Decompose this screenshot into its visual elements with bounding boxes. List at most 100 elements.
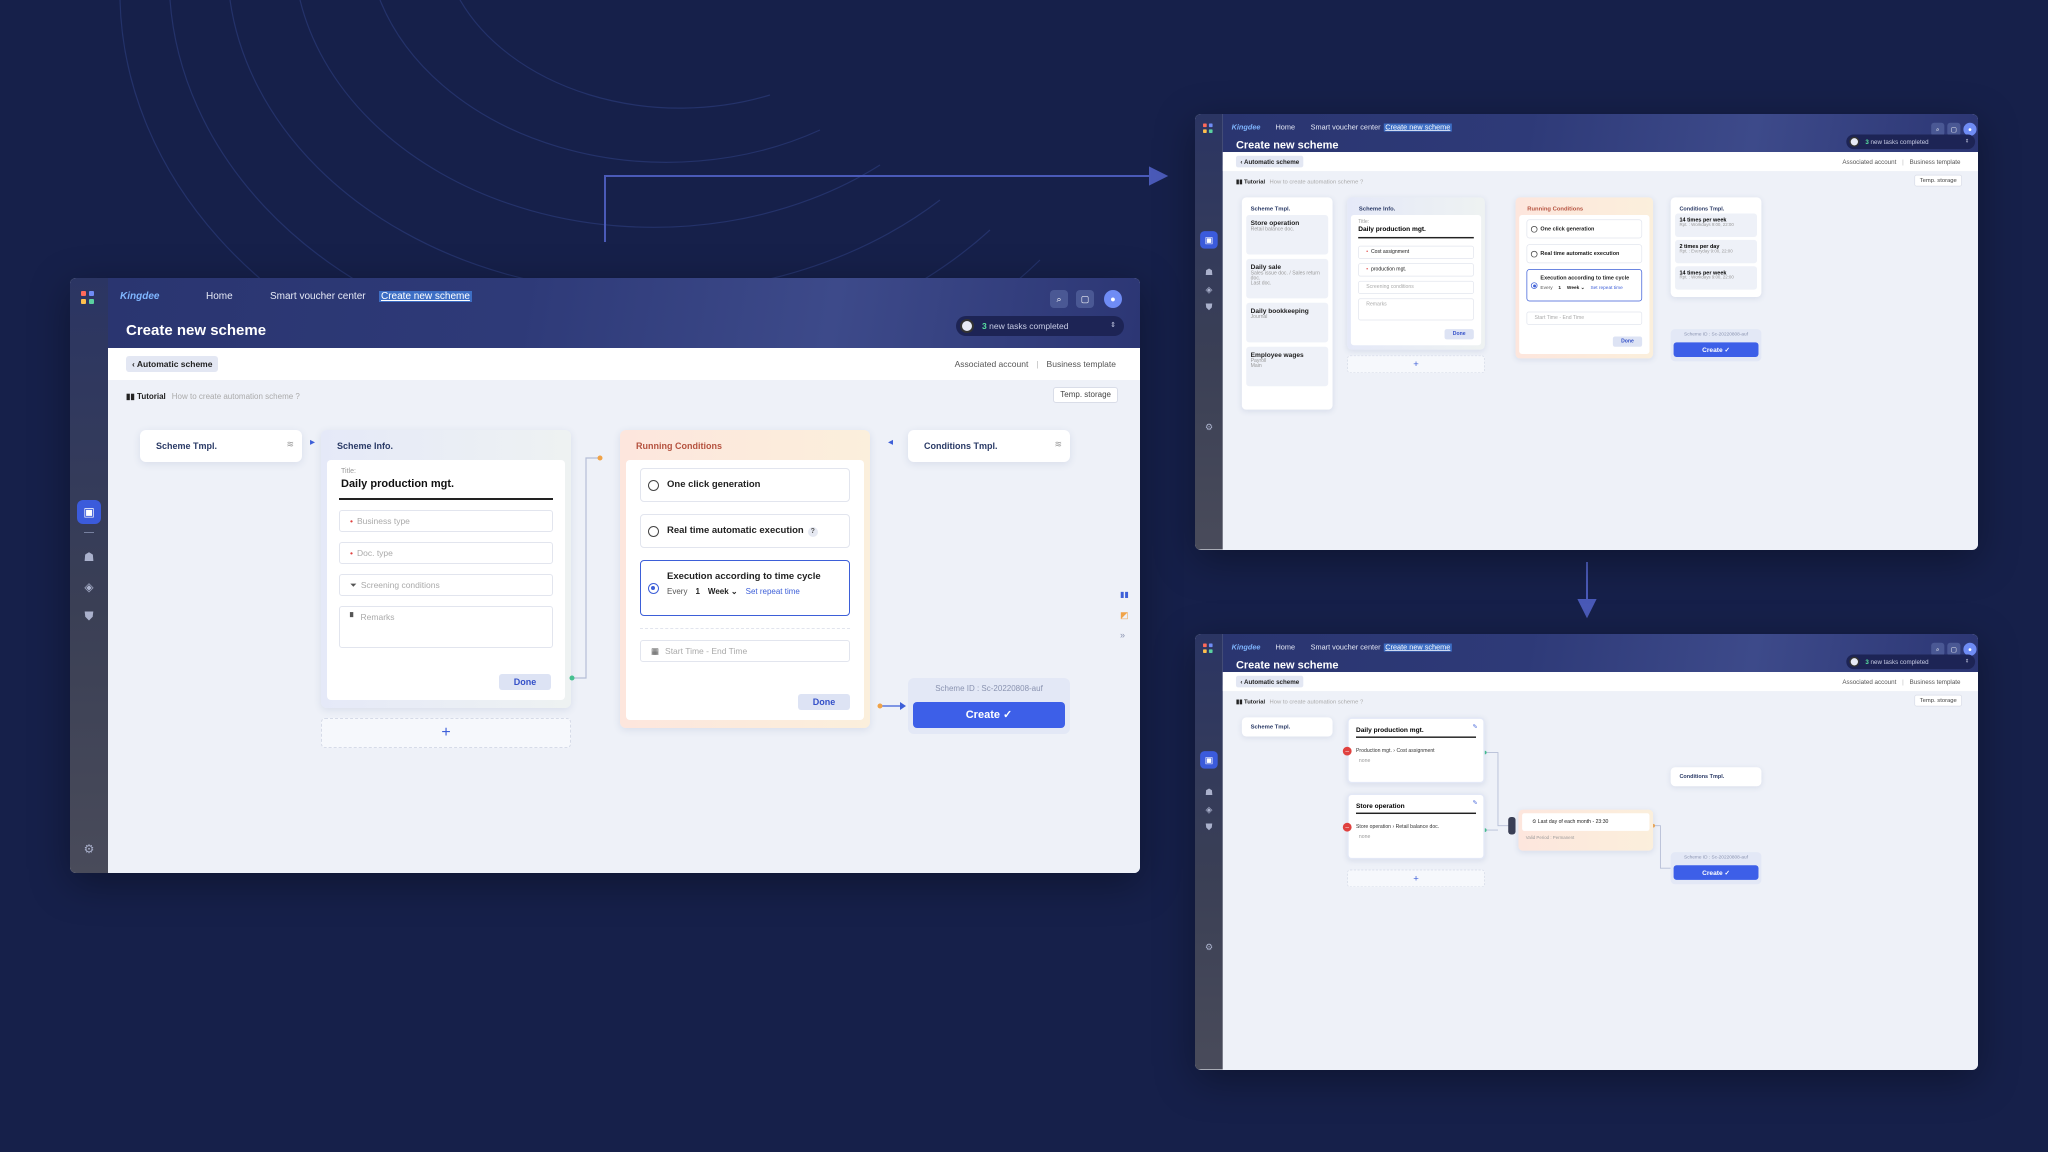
real-time-execution-option[interactable]: Real time automatic execution bbox=[1526, 244, 1643, 264]
nav-smart-voucher[interactable]: Smart voucher center bbox=[270, 291, 366, 302]
nav-home[interactable]: Home bbox=[206, 291, 233, 302]
shield-nav-icon[interactable]: ⛊ bbox=[1203, 301, 1215, 313]
edit-icon[interactable]: ✎ bbox=[1473, 723, 1478, 730]
layers-nav-icon[interactable]: ◈ bbox=[1203, 284, 1215, 296]
nav-create-new-scheme[interactable]: Create new scheme bbox=[1383, 123, 1452, 132]
tab-associated-account[interactable]: Associated account bbox=[1842, 158, 1896, 165]
cond-sub: Rpt. : Everyday 9:00, 22:00 bbox=[1679, 249, 1733, 254]
brand-logo[interactable]: Kingdee bbox=[120, 291, 159, 302]
side-chart-icon[interactable]: ◩ bbox=[1120, 610, 1129, 621]
shield-nav-icon[interactable]: ⛊ bbox=[81, 608, 97, 624]
cond-tmpl-item[interactable]: 14 times per week Rpt. : Workdays 9:00, 2… bbox=[1675, 266, 1758, 290]
scheme-nav-icon[interactable]: ▣ bbox=[1200, 751, 1218, 769]
brand-logo[interactable]: Kingdee bbox=[1232, 644, 1261, 652]
message-icon[interactable]: ▢ bbox=[1076, 290, 1094, 308]
app-grid-icon[interactable] bbox=[81, 291, 95, 305]
running-done-button[interactable]: Done bbox=[1612, 336, 1643, 347]
side-panel-icon[interactable]: ▮▮ bbox=[1120, 590, 1129, 599]
tasks-completed-badge[interactable]: 3 new tasks completed ⇕ bbox=[1846, 654, 1976, 670]
tmpl-item[interactable]: Daily bookkeeping Journal bbox=[1246, 302, 1329, 343]
tasks-count: 3 bbox=[982, 321, 987, 331]
settings-icon[interactable]: ⚙ bbox=[1203, 421, 1215, 433]
cost-assignment-field[interactable]: • Cost assignment bbox=[1358, 245, 1474, 259]
add-scheme-button[interactable]: + bbox=[1347, 869, 1485, 888]
tmpl-item[interactable]: Daily sale Sales issue doc. / Sales retu… bbox=[1246, 258, 1329, 299]
tmpl-item[interactable]: Store operation Retail balance doc. bbox=[1246, 214, 1329, 255]
time-range-field[interactable]: Start Time - End Time bbox=[1526, 311, 1643, 325]
tutorial-row[interactable]: ▮▮ Tutorial How to create automation sche… bbox=[1236, 178, 1363, 185]
cycle-unit-select[interactable]: Week ⌄ bbox=[1567, 285, 1585, 290]
tab-automatic-scheme[interactable]: ‹ Automatic scheme bbox=[1235, 155, 1304, 168]
nav-smart-voucher[interactable]: Smart voucher center bbox=[1311, 124, 1381, 132]
cycle-number-input[interactable]: 1 bbox=[1558, 285, 1561, 290]
add-scheme-button[interactable]: + bbox=[1347, 355, 1485, 374]
nav-home[interactable]: Home bbox=[1275, 644, 1295, 652]
app-grid-icon[interactable] bbox=[1203, 643, 1213, 654]
title-input[interactable]: Daily production mgt. bbox=[1358, 225, 1474, 239]
drag-handle[interactable] bbox=[1508, 816, 1516, 835]
search-icon[interactable]: ⌕ bbox=[1050, 290, 1068, 308]
page-header: Kingdee Home Smart voucher center Create… bbox=[108, 278, 1140, 348]
remarks-field[interactable]: Remarks bbox=[1358, 298, 1474, 321]
cond-sub: Rpt. : Workdays 9:00, 22:00 bbox=[1679, 275, 1734, 281]
layers-nav-icon[interactable]: ◈ bbox=[1203, 804, 1215, 816]
nav-create-new-scheme[interactable]: Create new scheme bbox=[1383, 643, 1452, 652]
cycle-unit-select[interactable]: Week ⌄ bbox=[708, 587, 738, 596]
dashed-divider bbox=[640, 628, 850, 629]
conditions-tmpl-panel[interactable]: Conditions Tmpl. ≋ bbox=[908, 430, 1070, 462]
tutorial-hint[interactable]: How to create automation scheme ? bbox=[1269, 178, 1363, 185]
settings-icon[interactable]: ⚙ bbox=[1203, 941, 1215, 953]
running-done-button[interactable]: Done bbox=[798, 694, 850, 710]
user-nav-icon[interactable]: ☗ bbox=[1203, 266, 1215, 278]
create-button[interactable]: Create ✓ bbox=[1673, 342, 1759, 357]
remove-icon[interactable]: – bbox=[1342, 746, 1352, 756]
time-cycle-option[interactable]: Execution according to time cycle Every 1… bbox=[640, 560, 850, 616]
brand-logo[interactable]: Kingdee bbox=[1232, 124, 1261, 132]
real-time-execution-option[interactable]: Real time automatic execution? bbox=[640, 514, 850, 548]
production-field[interactable]: • production mgt. bbox=[1358, 263, 1474, 277]
set-repeat-time-link[interactable]: Set repeat time bbox=[1590, 285, 1622, 290]
create-button[interactable]: Create ✓ bbox=[1673, 865, 1759, 880]
shield-nav-icon[interactable]: ⛊ bbox=[1203, 821, 1215, 833]
nav-create-new-scheme[interactable]: Create new scheme bbox=[379, 291, 472, 302]
avatar[interactable]: ● bbox=[1104, 290, 1122, 308]
one-click-generation-option[interactable]: One click generation bbox=[1526, 219, 1643, 239]
scheme-info-form: Title: Daily production mgt. • Cost assig… bbox=[1350, 214, 1482, 346]
time-range-field[interactable]: ▦ Start Time - End Time bbox=[640, 640, 850, 662]
scheme-info-done-button[interactable]: Done bbox=[1444, 329, 1474, 340]
screening-conditions-field[interactable]: Screening conditions bbox=[1358, 280, 1474, 295]
settings-icon[interactable]: ⚙ bbox=[81, 841, 97, 857]
tmpl-item[interactable]: Employee wages Payroll Main bbox=[1246, 346, 1329, 387]
tab-business-template[interactable]: Business template bbox=[1910, 158, 1961, 165]
nav-smart-voucher[interactable]: Smart voucher center bbox=[1311, 644, 1381, 652]
one-click-generation-option[interactable]: One click generation bbox=[640, 468, 850, 502]
side-expand-icon[interactable]: » bbox=[1120, 630, 1125, 640]
cond-tmpl-item[interactable]: 2 times per day Rpt. : Everyday 9:00, 22:… bbox=[1675, 239, 1758, 264]
cycle-number-input[interactable]: 1 bbox=[695, 587, 699, 596]
nav-home[interactable]: Home bbox=[1275, 124, 1295, 132]
condition-valid: Valid Period : Permanent bbox=[1525, 835, 1575, 841]
scheme-card-production[interactable]: Daily production mgt. ✎ Production mgt. … bbox=[1347, 717, 1485, 784]
user-nav-icon[interactable]: ☗ bbox=[1203, 786, 1215, 798]
remove-icon[interactable]: – bbox=[1342, 822, 1352, 832]
app-grid-icon[interactable] bbox=[1203, 123, 1213, 134]
edit-icon[interactable]: ✎ bbox=[1473, 799, 1478, 806]
tmpl-sub: Sales issue doc. / Sales return doc. bbox=[1250, 270, 1320, 281]
layers-nav-icon[interactable]: ◈ bbox=[81, 579, 97, 595]
tasks-completed-badge[interactable]: 3 new tasks completed ⇕ bbox=[956, 316, 1124, 336]
conditions-tmpl-panel[interactable]: Conditions Tmpl. bbox=[1670, 767, 1762, 787]
create-button[interactable]: Create ✓ bbox=[913, 702, 1065, 728]
user-nav-icon[interactable]: ☗ bbox=[81, 549, 97, 565]
scheme-id: Scheme ID : Sc-20220808-auf bbox=[1684, 332, 1749, 338]
set-repeat-time-link[interactable]: Set repeat time bbox=[746, 587, 800, 596]
scheme-nav-icon[interactable]: ▣ bbox=[1200, 231, 1218, 249]
collapse-icon[interactable]: ≋ bbox=[1054, 439, 1062, 450]
collapse-arrow-icon[interactable]: ◂ bbox=[888, 437, 893, 448]
time-cycle-option[interactable]: Execution according to time cycle Every 1 W… bbox=[1526, 269, 1643, 302]
scheme-nav-icon[interactable]: ▣ bbox=[77, 500, 101, 524]
condition-card[interactable]: ⏲ Last day of each month - 23:30 Valid P… bbox=[1518, 809, 1654, 851]
tasks-completed-badge[interactable]: 3 new tasks completed ⇕ bbox=[1846, 134, 1976, 150]
scheme-card-store[interactable]: Store operation ✎ Store operation › Reta… bbox=[1347, 793, 1485, 860]
cond-tmpl-item[interactable]: 14 times per week Rpt. : Workdays 9:00, 2… bbox=[1675, 213, 1758, 237]
temp-storage-button[interactable]: Temp. storage bbox=[1914, 174, 1962, 187]
